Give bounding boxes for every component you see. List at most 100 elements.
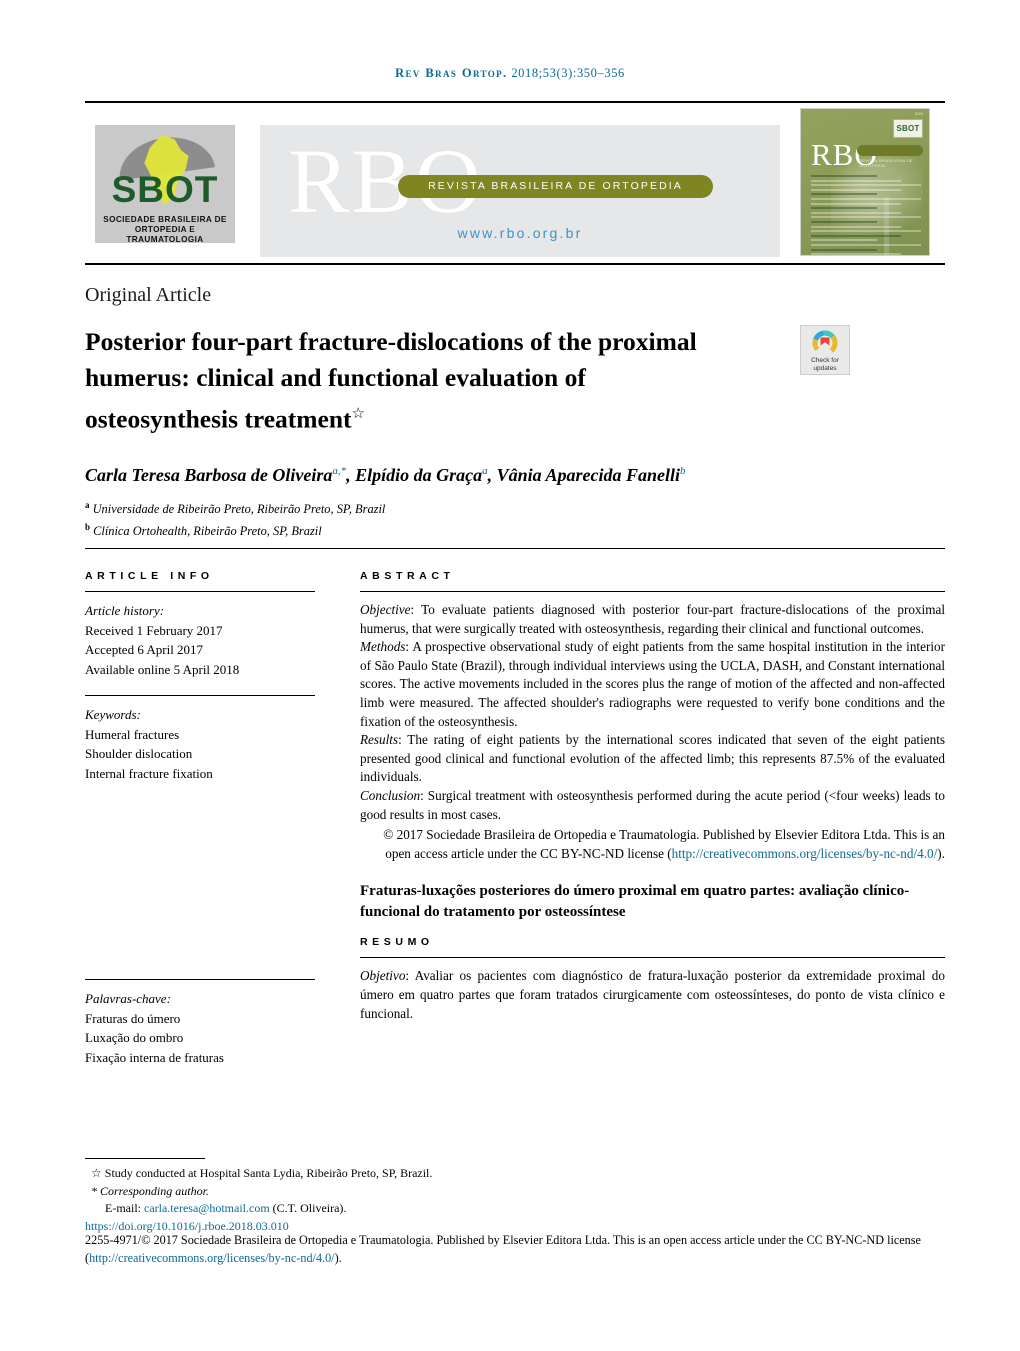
pt-keywords-label: Palavras-chave: — [85, 991, 171, 1006]
cover-toc-line — [811, 230, 921, 233]
running-head-journal: Rev Bras Ortop. — [395, 66, 508, 80]
running-head: Rev Bras Ortop. 2018;53(3):350–356 — [0, 66, 1020, 81]
keywords-block: Keywords: Humeral fractures Shoulder dis… — [85, 705, 315, 783]
issn-copyright: 2255-4971/© 2017 Sociedade Brasileira de… — [85, 1232, 945, 1267]
abstract-rule — [360, 591, 945, 592]
footnote-corresponding: * Corresponding author. — [85, 1183, 685, 1201]
crossmark-badge[interactable]: Check for updates — [800, 325, 850, 375]
abstract-column: ABSTRACT Objective: To evaluate patients… — [360, 570, 945, 1023]
abstract-methods: Methods: A prospective observational stu… — [360, 638, 945, 731]
affiliation-marker: a — [85, 500, 90, 510]
author-list: Carla Teresa Barbosa de Oliveiraa,*, Elp… — [85, 465, 686, 485]
resumo-objetivo-text: : Avaliar os pacientes com diagnóstico d… — [360, 968, 945, 1021]
rbo-website-url: www.rbo.org.br — [457, 225, 583, 241]
article-history-received: Received 1 February 2017 — [85, 622, 223, 638]
sbot-society-line1: SOCIEDADE BRASILEIRA DE — [103, 215, 227, 224]
abstract-conclusion-label: Conclusion — [360, 787, 421, 803]
cover-toc-line — [811, 207, 877, 210]
sbot-wordmark: SBOT — [111, 169, 219, 210]
resumo-heading: RESUMO — [360, 936, 434, 949]
cc-license-link-footer[interactable]: http://creativecommons.org/licenses/by-n… — [89, 1251, 335, 1265]
cover-toc-line — [811, 179, 902, 182]
affiliations: a Universidade de Ribeirão Preto, Ribeir… — [85, 496, 885, 540]
journal-cover-thumbnail: ISSN SBOT RBO REVISTA BRASILEIRA DE ORTO… — [800, 108, 930, 256]
cover-toc-line — [811, 202, 902, 205]
resumo-objetivo-label: Objetivo — [360, 968, 406, 984]
crossmark-ring-icon — [812, 330, 838, 356]
affiliation-item: b Clínica Ortohealth, Ribeirão Preto, SP… — [85, 518, 885, 540]
cover-toc-line — [811, 211, 902, 214]
author-name: Elpídio da Graça — [355, 465, 483, 485]
article-info-column: ARTICLE INFO Article history: Received 1… — [85, 570, 315, 1067]
footnote-email: E-mail: carla.teresa@hotmail.com (C.T. O… — [85, 1200, 685, 1218]
abstract-objective: Objective: To evaluate patients diagnose… — [360, 601, 945, 638]
running-head-citation: 2018;53(3):350–356 — [507, 66, 625, 80]
article-type: Original Article — [85, 284, 212, 306]
author-affiliation-marker: a — [482, 465, 488, 477]
cover-tagline-pill — [857, 145, 923, 156]
cover-sbot-badge: SBOT — [893, 119, 923, 138]
footnote-study: ☆ Study conducted at Hospital Santa Lydi… — [85, 1165, 685, 1183]
sbot-logo: SBOT SOCIEDADE BRASILEIRA DE ORTOPEDIA E… — [95, 125, 235, 243]
cover-toc-line — [811, 253, 902, 255]
cover-toc-line — [811, 175, 877, 177]
article-history: Article history: Received 1 February 201… — [85, 601, 315, 679]
cover-toc-line — [811, 220, 877, 223]
abstract-conclusion-text: : Surgical treatment with osteosynthesis… — [360, 787, 945, 822]
abstract-objective-text: : To evaluate patients diagnosed with po… — [360, 602, 945, 636]
footnote-study-marker: ☆ — [91, 1166, 102, 1180]
cover-toc-line — [811, 243, 921, 246]
abstract-results: Results: The rating of eight patients by… — [360, 731, 945, 787]
keywords-label: Keywords: — [85, 707, 141, 722]
abstract-objective-label: Objective — [360, 602, 411, 617]
affiliation-text: Universidade de Ribeirão Preto, Ribeirão… — [92, 502, 386, 517]
article-history-label: Article history: — [85, 603, 165, 618]
authors-bottom-rule — [85, 548, 945, 549]
footnotes: ☆ Study conducted at Hospital Santa Lydi… — [85, 1165, 685, 1235]
page-title: Posterior four-part fracture-dislocation… — [85, 324, 745, 438]
pt-keyword-item: Fixação interna de fraturas — [85, 1049, 224, 1065]
abstract-methods-text: : A prospective observational study of e… — [360, 639, 945, 729]
footnote-rule — [85, 1158, 205, 1159]
author-affiliation-marker: a,* — [332, 465, 347, 477]
cover-toc-line — [811, 216, 921, 219]
abstract-results-text: : The rating of eight patients by the in… — [360, 732, 945, 785]
portuguese-title: Fraturas-luxações posteriores do úmero p… — [360, 883, 910, 921]
footnote-study-text: Study conducted at Hospital Santa Lydia,… — [104, 1166, 433, 1180]
crossmark-label-line2: updates — [813, 364, 837, 372]
issn-copyright-suffix: ). — [334, 1250, 342, 1265]
cover-corner-label: ISSN — [914, 112, 923, 116]
keyword-item: Humeral fractures — [85, 726, 180, 742]
page-title-text: Posterior four-part fracture-dislocation… — [85, 327, 697, 434]
keywords-rule — [85, 695, 315, 696]
cover-contents-lines — [811, 175, 921, 255]
article-first-page: Rev Bras Ortop. 2018;53(3):350–356 SBOT … — [0, 0, 1020, 1351]
abstract-results-label: Results — [360, 732, 399, 748]
corresponding-email-link[interactable]: carla.teresa@hotmail.com — [144, 1201, 270, 1215]
footnote-email-label: E-mail: — [105, 1201, 141, 1215]
footnote-corresponding-marker: * — [91, 1183, 97, 1198]
article-info-heading: ARTICLE INFO — [85, 570, 214, 582]
cc-license-link[interactable]: http://creativecommons.org/licenses/by-n… — [672, 846, 938, 861]
abstract-copyright-suffix: ). — [937, 845, 945, 861]
footnote-corresponding-label: Corresponding author. — [100, 1183, 209, 1198]
cover-toc-line — [811, 193, 877, 196]
crossmark-label-line1: Check for — [811, 357, 839, 364]
rbo-banner: ( RBO REVISTA BRASILEIRA DE ORTOPEDIA ww… — [260, 125, 780, 257]
cover-toc-line — [811, 197, 921, 200]
resumo-rule — [360, 957, 945, 959]
sbot-society-name: SOCIEDADE BRASILEIRA DE ORTOPEDIA E TRAU… — [95, 215, 235, 243]
affiliation-item: a Universidade de Ribeirão Preto, Ribeir… — [85, 496, 885, 518]
abstract-heading: ABSTRACT — [360, 570, 455, 582]
footnote-email-owner: (C.T. Oliveira). — [272, 1201, 347, 1215]
cover-toc-line — [811, 234, 902, 237]
article-history-online: Available online 5 April 2018 — [85, 661, 240, 677]
abstract-methods-label: Methods — [360, 639, 406, 655]
pt-keyword-item: Fraturas do úmero — [85, 1010, 181, 1026]
masthead-top-rule — [85, 101, 945, 103]
abstract-copyright: © 2017 Sociedade Brasileira de Ortopedia… — [360, 826, 945, 863]
masthead-bottom-rule — [85, 263, 945, 265]
crossmark-label: Check for updates — [811, 357, 839, 372]
keyword-item: Shoulder dislocation — [85, 746, 193, 761]
cover-sbot-badge-label: SBOT — [896, 124, 920, 133]
